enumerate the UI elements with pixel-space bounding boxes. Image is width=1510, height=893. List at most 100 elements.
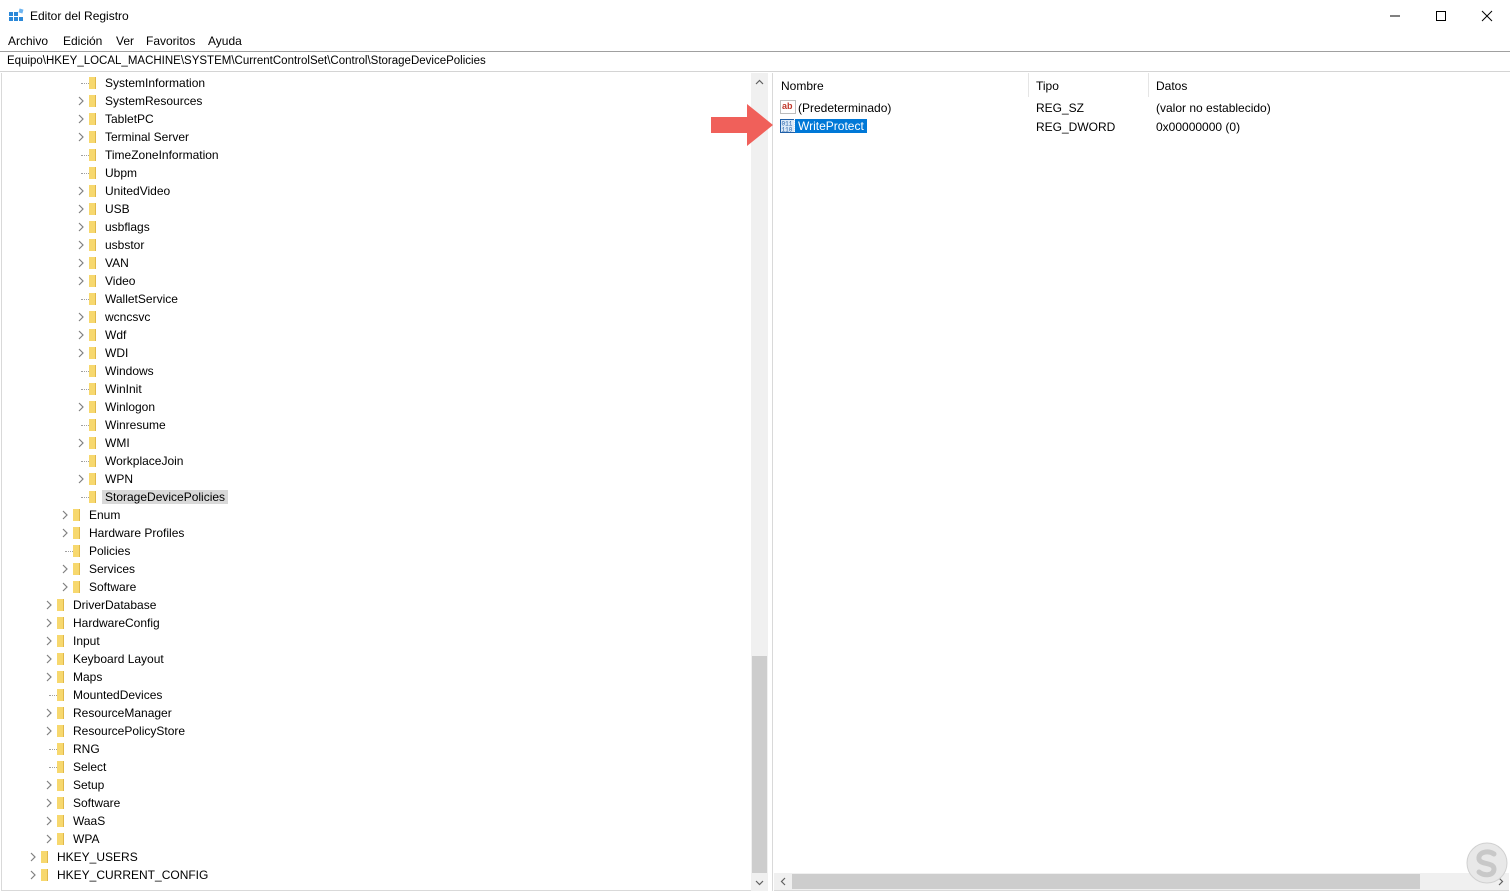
tree-item[interactable]: usbflags	[2, 218, 752, 236]
expand-chevron-icon[interactable]	[45, 797, 54, 809]
menu-ver[interactable]: Ver	[116, 34, 134, 48]
values-list[interactable]: Nombre Tipo Datos ab (Predeterminado) RE…	[774, 73, 1509, 891]
tree-item[interactable]: Input	[2, 632, 752, 650]
expand-chevron-icon[interactable]	[45, 815, 54, 827]
tree-item[interactable]: WinInit	[2, 380, 752, 398]
expand-chevron-icon[interactable]	[29, 851, 38, 863]
tree-item[interactable]: TimeZoneInformation	[2, 146, 752, 164]
maximize-button[interactable]	[1418, 0, 1464, 31]
tree-item[interactable]: WMI	[2, 434, 752, 452]
expand-chevron-icon[interactable]	[77, 113, 86, 125]
tree-item[interactable]: ResourcePolicyStore	[2, 722, 752, 740]
expand-chevron-icon[interactable]	[77, 95, 86, 107]
value-row-selected[interactable]: 011 110 WriteProtect REG_DWORD 0x0000000…	[774, 117, 1509, 136]
expand-chevron-icon[interactable]	[77, 185, 86, 197]
tree-item[interactable]: HKEY_CURRENT_CONFIG	[2, 866, 752, 884]
tree-item[interactable]: Setup	[2, 776, 752, 794]
expand-chevron-icon[interactable]	[29, 869, 38, 881]
tree-item[interactable]: SystemInformation	[2, 74, 752, 92]
tree-item[interactable]: Maps	[2, 668, 752, 686]
tree-item[interactable]: UnitedVideo	[2, 182, 752, 200]
expand-chevron-icon[interactable]	[77, 401, 86, 413]
pane-splitter[interactable]	[768, 73, 773, 891]
expand-chevron-icon[interactable]	[45, 599, 54, 611]
tree-item[interactable]: usbstor	[2, 236, 752, 254]
tree-item[interactable]: MountedDevices	[2, 686, 752, 704]
tree-vertical-scrollbar[interactable]	[751, 73, 768, 891]
menu-edicion[interactable]: Edición	[63, 34, 102, 48]
tree-item[interactable]: HKEY_USERS	[2, 848, 752, 866]
expand-chevron-icon[interactable]	[61, 509, 70, 521]
expand-chevron-icon[interactable]	[61, 581, 70, 593]
tree-item[interactable]: Policies	[2, 542, 752, 560]
minimize-button[interactable]	[1372, 0, 1418, 31]
tree-item[interactable]: USB	[2, 200, 752, 218]
menu-favoritos[interactable]: Favoritos	[146, 34, 195, 48]
expand-chevron-icon[interactable]	[45, 725, 54, 737]
tree-item[interactable]: Software	[2, 578, 752, 596]
expand-chevron-icon[interactable]	[61, 563, 70, 575]
tree-item[interactable]: StorageDevicePolicies	[2, 488, 752, 506]
expand-chevron-icon[interactable]	[45, 833, 54, 845]
address-bar[interactable]: Equipo\HKEY_LOCAL_MACHINE\SYSTEM\Current…	[0, 51, 1510, 72]
expand-chevron-icon[interactable]	[77, 437, 86, 449]
menu-archivo[interactable]: Archivo	[8, 34, 48, 48]
column-header-nombre[interactable]: Nombre	[774, 73, 1029, 97]
tree-item[interactable]: Ubpm	[2, 164, 752, 182]
expand-chevron-icon[interactable]	[77, 131, 86, 143]
tree-item[interactable]: Winresume	[2, 416, 752, 434]
tree-item[interactable]: Services	[2, 560, 752, 578]
scroll-left-arrow[interactable]	[774, 873, 791, 890]
column-header-tipo[interactable]: Tipo	[1029, 73, 1149, 97]
tree-item[interactable]: Windows	[2, 362, 752, 380]
expand-chevron-icon[interactable]	[77, 257, 86, 269]
scroll-thumb[interactable]	[752, 656, 767, 873]
tree-item[interactable]: VAN	[2, 254, 752, 272]
expand-chevron-icon[interactable]	[77, 473, 86, 485]
tree-item[interactable]: WPA	[2, 830, 752, 848]
expand-chevron-icon[interactable]	[77, 221, 86, 233]
menu-ayuda[interactable]: Ayuda	[208, 34, 242, 48]
tree-item[interactable]: WalletService	[2, 290, 752, 308]
tree-item[interactable]: WDI	[2, 344, 752, 362]
expand-chevron-icon[interactable]	[77, 203, 86, 215]
expand-chevron-icon[interactable]	[45, 779, 54, 791]
tree-item[interactable]: WorkplaceJoin	[2, 452, 752, 470]
expand-chevron-icon[interactable]	[45, 617, 54, 629]
tree-item[interactable]: WaaS	[2, 812, 752, 830]
expand-chevron-icon[interactable]	[45, 635, 54, 647]
expand-chevron-icon[interactable]	[77, 239, 86, 251]
value-row[interactable]: ab (Predeterminado) REG_SZ (valor no est…	[774, 98, 1509, 117]
key-tree[interactable]: SystemInformation SystemResources TabletPC…	[1, 73, 768, 891]
scroll-up-arrow[interactable]	[751, 73, 768, 90]
tree-item[interactable]: wcncsvc	[2, 308, 752, 326]
expand-chevron-icon[interactable]	[77, 311, 86, 323]
tree-item[interactable]: SystemResources	[2, 92, 752, 110]
expand-chevron-icon[interactable]	[45, 671, 54, 683]
expand-chevron-icon[interactable]	[77, 329, 86, 341]
address-path[interactable]: Equipo\HKEY_LOCAL_MACHINE\SYSTEM\Current…	[7, 55, 486, 67]
tree-item[interactable]: Terminal Server	[2, 128, 752, 146]
expand-chevron-icon[interactable]	[45, 707, 54, 719]
column-header-datos[interactable]: Datos	[1149, 73, 1509, 97]
expand-chevron-icon[interactable]	[45, 653, 54, 665]
tree-item[interactable]: DriverDatabase	[2, 596, 752, 614]
tree-item[interactable]: Video	[2, 272, 752, 290]
tree-item[interactable]: Winlogon	[2, 398, 752, 416]
tree-item[interactable]: TabletPC	[2, 110, 752, 128]
scroll-down-arrow[interactable]	[751, 874, 768, 891]
tree-item[interactable]: ResourceManager	[2, 704, 752, 722]
tree-item[interactable]: WPN	[2, 470, 752, 488]
tree-item[interactable]: Select	[2, 758, 752, 776]
tree-item[interactable]: Enum	[2, 506, 752, 524]
tree-item[interactable]: HardwareConfig	[2, 614, 752, 632]
tree-item[interactable]: Hardware Profiles	[2, 524, 752, 542]
expand-chevron-icon[interactable]	[77, 347, 86, 359]
scroll-thumb[interactable]	[792, 874, 1420, 889]
expand-chevron-icon[interactable]	[77, 275, 86, 287]
tree-item[interactable]: Wdf	[2, 326, 752, 344]
tree-item[interactable]: RNG	[2, 740, 752, 758]
values-horizontal-scrollbar[interactable]	[774, 873, 1509, 890]
close-button[interactable]	[1464, 0, 1510, 31]
tree-item[interactable]: Keyboard Layout	[2, 650, 752, 668]
